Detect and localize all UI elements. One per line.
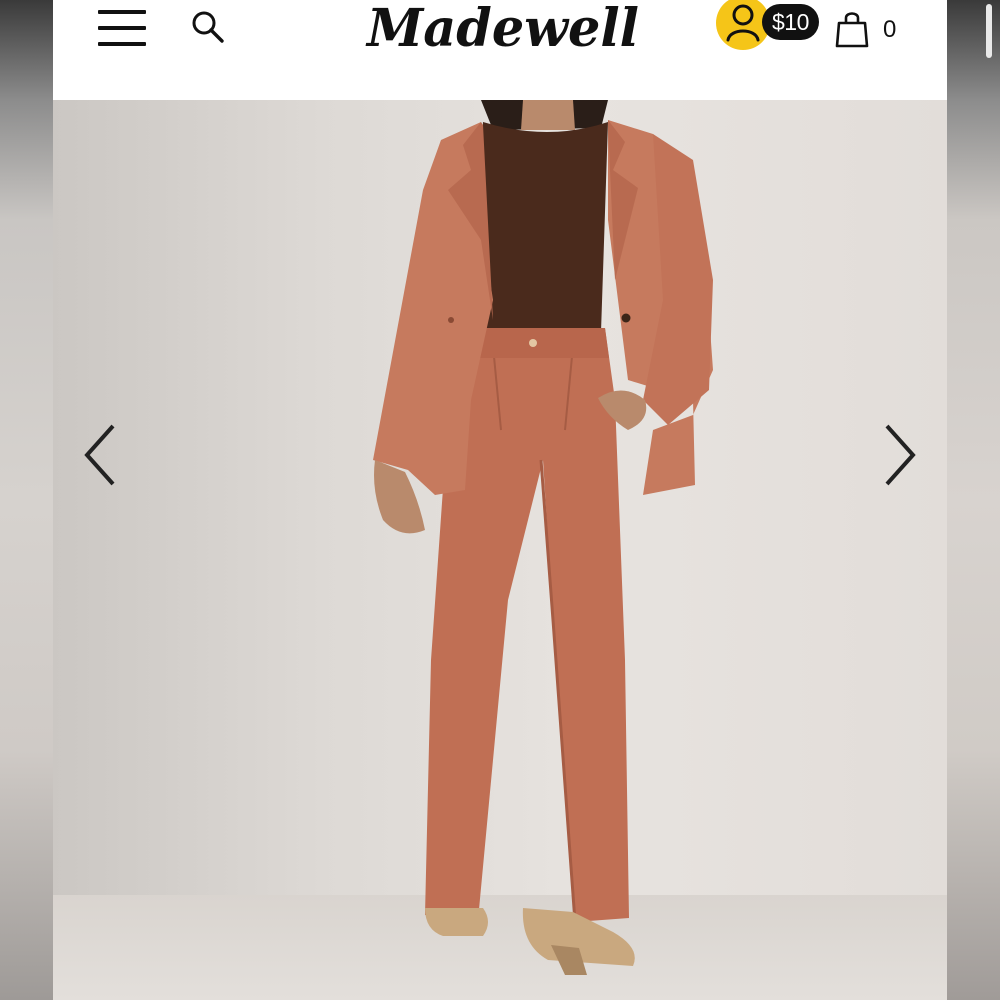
- shopping-bag-icon[interactable]: [835, 10, 869, 48]
- search-icon[interactable]: [189, 8, 225, 44]
- product-photo: [373, 100, 713, 975]
- menu-icon[interactable]: [98, 10, 146, 48]
- svg-text:Madewell: Madewell: [365, 0, 639, 59]
- chevron-right-icon[interactable]: [877, 420, 921, 490]
- site-header: Madewell $10 0: [53, 0, 947, 100]
- left-blurred-gutter: [0, 0, 53, 1000]
- scrollbar[interactable]: [986, 4, 992, 58]
- product-image-carousel[interactable]: [53, 100, 947, 1000]
- bag-count: 0: [883, 16, 897, 43]
- right-blurred-gutter: [947, 0, 1000, 1000]
- account-rewards-button[interactable]: $10: [716, 0, 822, 52]
- brand-logo[interactable]: Madewell: [363, 0, 643, 68]
- rewards-badge: $10: [762, 4, 819, 40]
- chevron-left-icon[interactable]: [79, 420, 123, 490]
- product-page: Madewell $10 0: [53, 0, 947, 1000]
